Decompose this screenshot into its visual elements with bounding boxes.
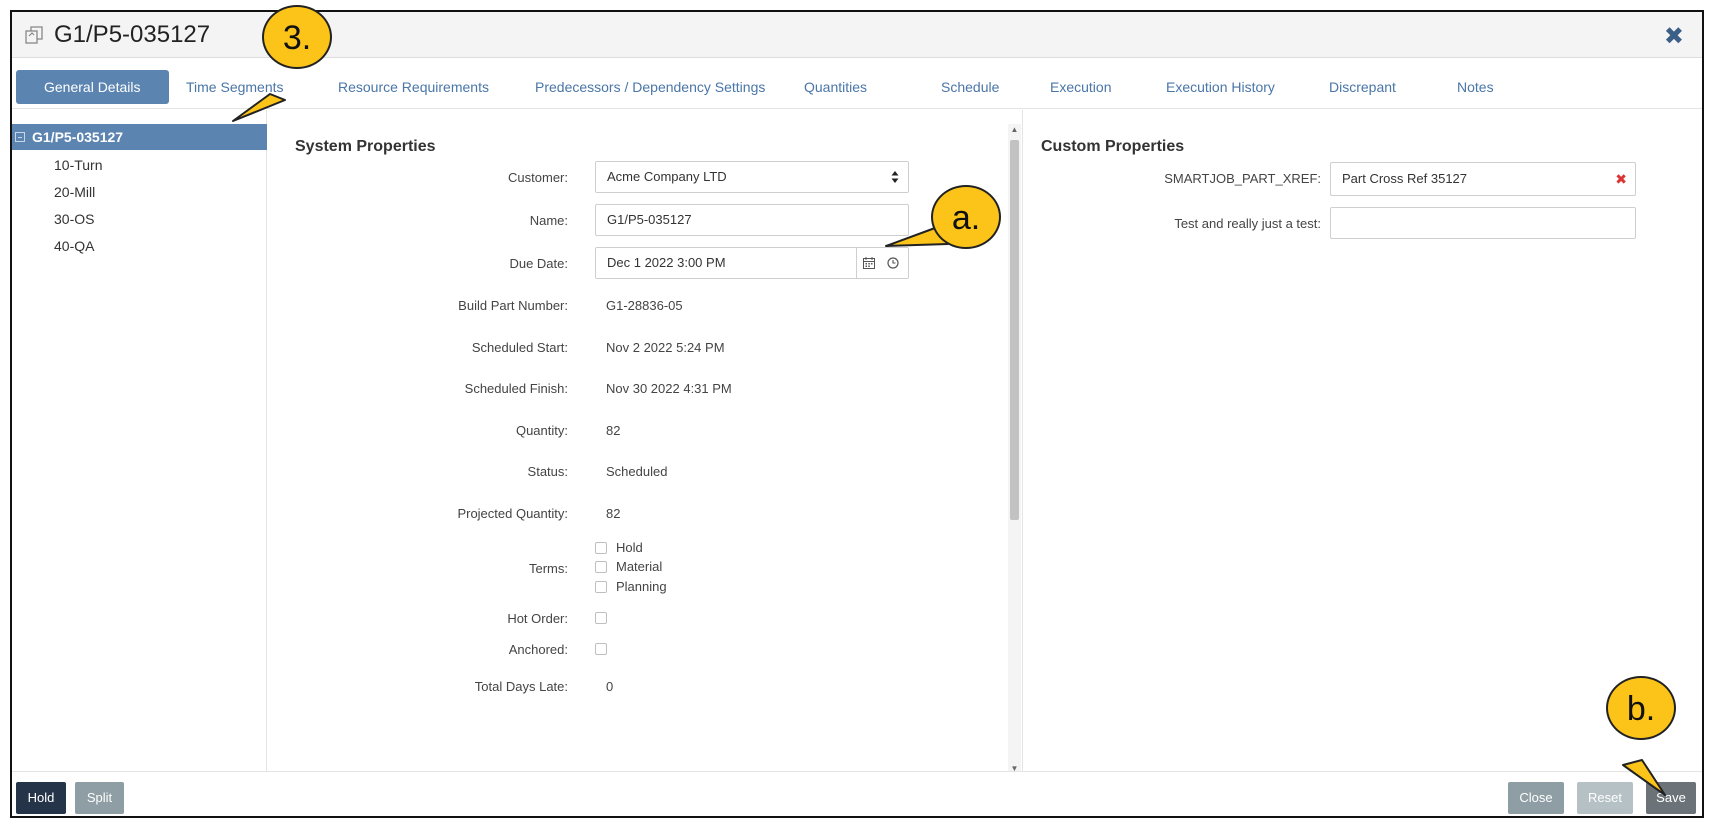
callout-3-pointer (232, 93, 286, 122)
callout-3: 3. (262, 5, 332, 69)
callout-b-pointer (1622, 759, 1666, 796)
callout-a: a. (931, 185, 1001, 249)
callout-b: b. (1606, 676, 1676, 740)
callout-pointers (232, 93, 1666, 796)
